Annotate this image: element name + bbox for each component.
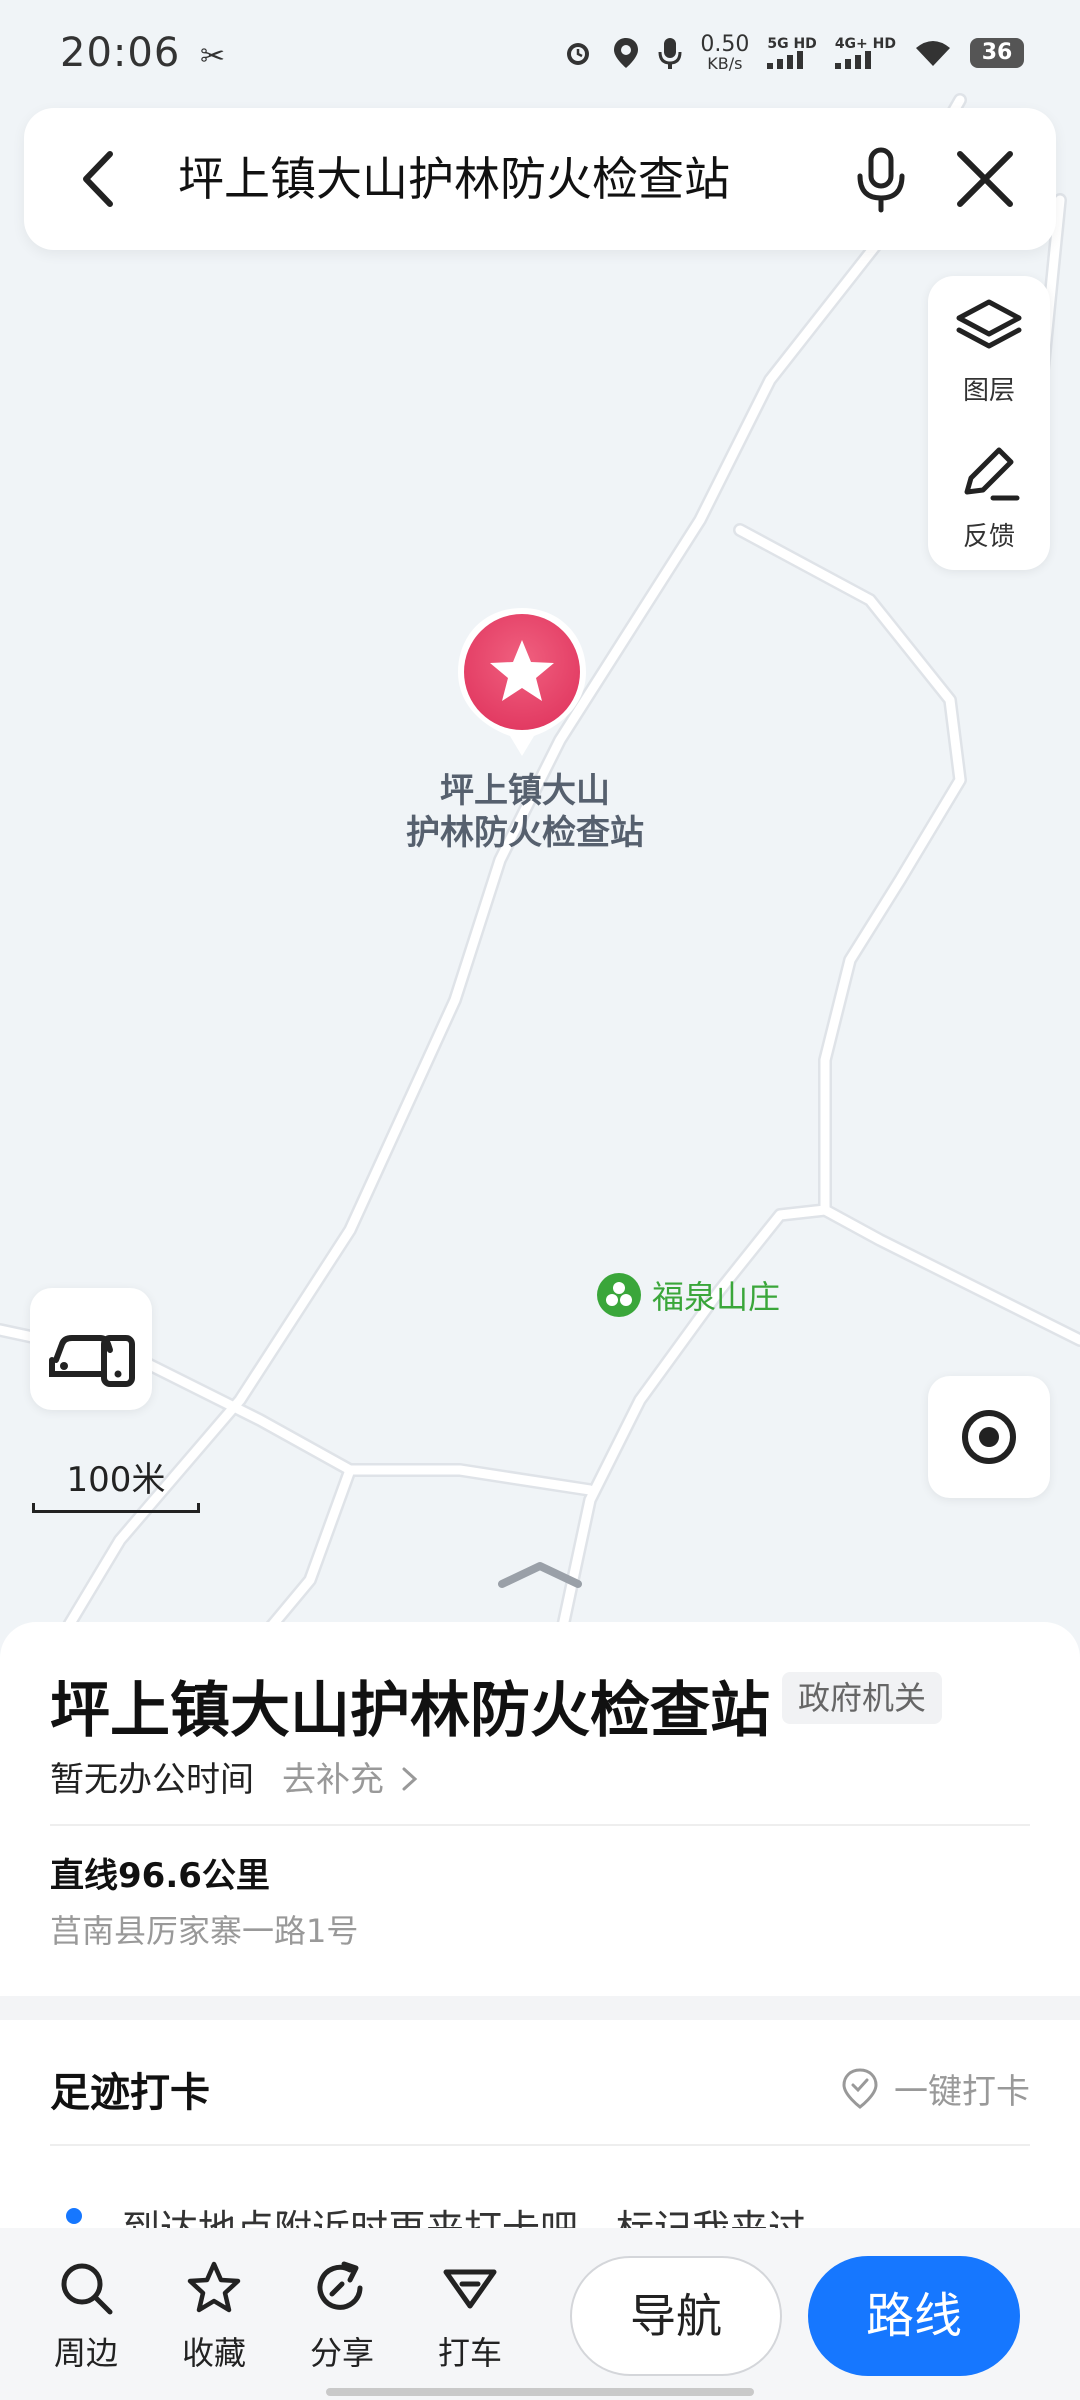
signal-4g: 4G+ HD (834, 36, 896, 69)
destination-pin-icon[interactable] (450, 600, 594, 764)
checkin-label: 一键打卡 (894, 2072, 1030, 2112)
back-button[interactable] (64, 142, 138, 216)
poi-fuquan-shanzhuang[interactable]: 福泉山庄 (596, 1272, 780, 1318)
car-phone-icon (49, 1335, 135, 1387)
navigate-button[interactable]: 导航 (570, 2256, 782, 2376)
route-button[interactable]: 路线 (808, 2256, 1020, 2376)
map-tools-panel: 图层 反馈 (928, 276, 1050, 570)
map-scale: 100米 (32, 1452, 200, 1513)
place-category-badge: 政府机关 (782, 1672, 943, 1724)
wifi-icon (916, 41, 950, 66)
add-hours-label: 去补充 (282, 1760, 384, 1800)
tab-favorite-label: 收藏 (181, 2334, 246, 2372)
search-bar[interactable]: 坪上镇大山护林防火检查站 (24, 108, 1056, 250)
close-icon (957, 151, 1013, 207)
poi-fruit-icon (597, 1273, 641, 1317)
traffic-mode-button[interactable] (30, 1288, 152, 1410)
section-gap (0, 1996, 1080, 2020)
mic-status-icon (658, 38, 682, 69)
tab-favorite[interactable]: 收藏 (164, 2258, 264, 2374)
net-speed-value: 0.50 (700, 32, 750, 57)
edit-icon (964, 447, 1020, 501)
taxi-icon (443, 2269, 497, 2309)
net-speed: 0.50 KB/s (700, 34, 749, 72)
chevron-left-icon (83, 151, 113, 207)
tab-share-label: 分享 (309, 2334, 374, 2372)
voice-search-button[interactable] (844, 142, 918, 216)
status-clock: 20:06 (60, 30, 181, 76)
tab-nearby-label: 周边 (53, 2334, 118, 2372)
status-time: 20:06 ✂ (60, 30, 226, 76)
signal-5g: 5G HD (767, 36, 817, 69)
home-indicator[interactable] (326, 2388, 754, 2396)
opening-hours: 暂无办公时间 (50, 1760, 254, 1800)
search-icon (61, 2263, 113, 2315)
tab-share[interactable]: 分享 (292, 2258, 392, 2374)
distance-text: 直线96.6公里 (50, 1856, 270, 1896)
star-icon (187, 2261, 241, 2313)
search-query-text[interactable]: 坪上镇大山护林防火检查站 (178, 144, 730, 214)
signal-5g-label: 5G HD (767, 36, 817, 52)
alarm-icon (567, 43, 590, 65)
scale-label: 100米 (66, 1460, 166, 1500)
share-icon (317, 2261, 363, 2310)
divider (50, 1824, 1030, 1826)
address-text: 莒南县厉家寨一路1号 (50, 1912, 359, 1950)
scissors-icon: ✂ (200, 39, 227, 74)
location-icon (614, 38, 639, 68)
add-hours-link[interactable]: 去补充 (282, 1752, 421, 1801)
chevron-right-icon (402, 1767, 418, 1791)
scale-bar (32, 1503, 200, 1513)
feedback-label: 反馈 (962, 522, 1015, 552)
my-location-button[interactable] (928, 1376, 1050, 1498)
clear-search-button[interactable] (948, 142, 1022, 216)
pin-label: 坪上镇大山 护林防火检查站 (406, 771, 644, 853)
bottom-action-bar: 周边 收藏 分享 打车 导航 路线 (0, 2228, 1080, 2400)
chevron-up-icon (498, 1562, 582, 1588)
place-title: 坪上镇大山护林防火检查站 (50, 1676, 770, 1746)
divider (50, 2144, 1030, 2146)
layers-button[interactable]: 图层 (928, 296, 1050, 407)
net-speed-unit: KB/s (707, 54, 743, 73)
poi-label: 福泉山庄 (652, 1278, 781, 1316)
layers-label: 图层 (962, 376, 1015, 406)
checkin-pin-icon (842, 2067, 878, 2109)
one-click-checkin-button[interactable]: 一键打卡 (840, 2064, 1030, 2113)
battery-indicator: 36 (970, 38, 1024, 68)
sheet-expand-handle[interactable] (496, 1556, 584, 1590)
signal-4g-label: 4G+ HD (834, 36, 896, 52)
microphone-icon (857, 147, 905, 213)
signal-bars-icon (767, 51, 804, 69)
status-bar: 20:06 ✂ 0.50 KB/s 5G HD 4G+ HD 36 (0, 0, 1080, 110)
layers-icon (956, 299, 1022, 349)
footprint-section-title: 足迹打卡 (50, 2070, 210, 2116)
locate-icon (962, 1410, 1016, 1464)
status-icons: 0.50 KB/s 5G HD 4G+ HD 36 (562, 34, 1024, 72)
tab-nearby[interactable]: 周边 (36, 2258, 136, 2374)
tab-taxi-label: 打车 (437, 2334, 502, 2372)
tab-taxi[interactable]: 打车 (420, 2258, 520, 2374)
feedback-button[interactable]: 反馈 (928, 442, 1050, 553)
signal-bars-icon (834, 51, 871, 69)
